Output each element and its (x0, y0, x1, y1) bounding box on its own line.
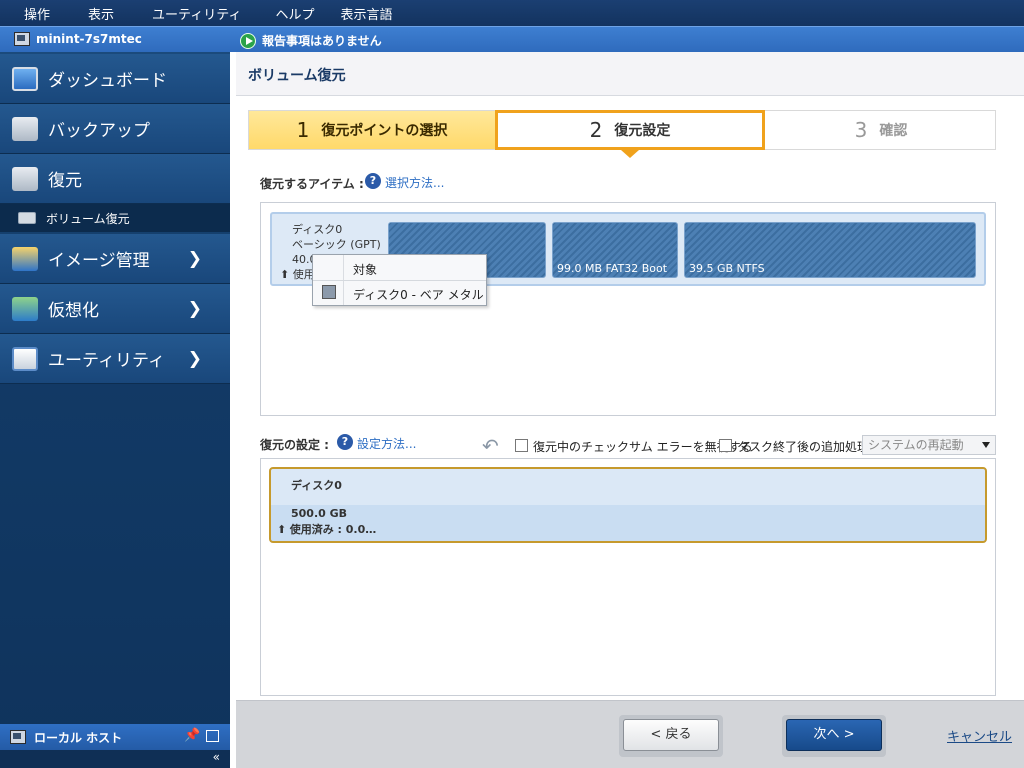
step-1[interactable]: 1 復元ポイントの選択 (249, 111, 495, 149)
wizard-content: 1 復元ポイントの選択 2 復元設定 3 確認 復元するアイテム : ? 選択方… (236, 96, 1024, 700)
disk-icon (322, 285, 336, 299)
restore-items-panel: ディスク0 ベーシック (GPT) 40.0 ⬆︎ 使用 99.0 MB FAT… (260, 202, 996, 416)
context-menu-item-bare-metal[interactable]: ディスク0 - ベア メタル (313, 281, 486, 306)
sidebar-item-label: ダッシュボード (48, 71, 167, 91)
menu-bar: 操作 表示 ユーティリティ ヘルプ 表示言語 (0, 0, 1024, 26)
sidebar-item-dashboard[interactable]: ダッシュボード (0, 54, 230, 104)
sidebar-item-virtualization[interactable]: 仮想化 ❯ (0, 284, 230, 334)
post-task-checkbox[interactable] (719, 439, 732, 452)
post-task-label: タスク終了後の追加処理 (737, 440, 870, 454)
play-icon (240, 32, 256, 49)
help-icon[interactable]: ? (365, 173, 381, 189)
settings-label: 復元の設定 : (260, 438, 329, 452)
step-label: 復元ポイントの選択 (321, 123, 448, 139)
sidebar-item-label: 復元 (48, 171, 82, 191)
menu-language[interactable]: 表示言語 (341, 4, 393, 23)
status-text: 報告事項はありません (262, 34, 382, 48)
host-name: minint-7s7mtec (36, 32, 142, 46)
collapse-sidebar-button[interactable]: « (0, 750, 230, 768)
sidebar-item-restore[interactable]: 復元 (0, 154, 230, 204)
status-bar: minint-7s7mtec 報告事項はありません (0, 26, 1024, 52)
computer-icon (14, 32, 30, 46)
next-button[interactable]: 次へ > (786, 719, 882, 751)
local-host-bar[interactable]: ローカル ホスト 📌 (0, 724, 230, 750)
context-menu-header: 対象 (313, 255, 486, 281)
sidebar-subitem-volume-restore[interactable]: ボリューム復元 (0, 204, 230, 232)
sidebar-item-label: イメージ管理 (48, 251, 150, 271)
status-message[interactable]: 報告事項はありません (240, 32, 382, 49)
utility-icon (12, 346, 38, 371)
step-number: 2 (589, 118, 603, 142)
restore-settings-row: 復元の設定 : ? 設定方法... ↶ 復元中のチェックサム エラーを無視する … (260, 434, 996, 458)
context-menu: 対象 ディスク0 - ベア メタル (312, 254, 487, 306)
sidebar-item-backup[interactable]: バックアップ (0, 104, 230, 154)
page-header: ボリューム復元 (236, 52, 1024, 96)
help-icon[interactable]: ? (337, 434, 353, 450)
back-button-frame: < 戻る (619, 715, 723, 757)
post-task-select-value: システムの再起動 (868, 438, 964, 452)
target-disk-name: ディスク0 (291, 479, 342, 492)
target-disk-size: 500.0 GB (291, 507, 348, 520)
context-menu-item-label: ディスク0 - ベア メタル (353, 288, 484, 302)
post-task-select[interactable]: システムの再起動 (862, 435, 996, 455)
menu-help[interactable]: ヘルプ (275, 4, 314, 23)
items-label: 復元するアイテム : (260, 177, 364, 191)
active-step-pointer (621, 150, 639, 158)
menu-view[interactable]: 表示 (88, 4, 114, 23)
sidebar-item-image-management[interactable]: イメージ管理 ❯ (0, 234, 230, 284)
image-management-icon (12, 246, 38, 271)
sidebar-subitem-label: ボリューム復元 (46, 211, 130, 226)
partition-1[interactable]: 99.0 MB FAT32 Boot (552, 222, 678, 278)
checksum-checkbox[interactable] (515, 439, 528, 452)
wizard-steps: 1 復元ポイントの選択 2 復元設定 3 確認 (248, 110, 997, 158)
local-host-label: ローカル ホスト (34, 730, 123, 745)
drive-icon (18, 212, 36, 224)
restore-target-panel: ディスク0 500.0 GB ⬆︎ 使用済み : 0.0… (260, 458, 996, 696)
undo-icon[interactable]: ↶ (482, 434, 499, 458)
chevron-right-icon: ❯ (187, 249, 202, 269)
sidebar-item-label: 仮想化 (48, 301, 99, 321)
pin-icon[interactable]: 📌 (184, 728, 200, 743)
window-icon[interactable] (206, 730, 219, 742)
partition-2[interactable]: 39.5 GB NTFS (684, 222, 976, 278)
computer-icon (10, 730, 26, 744)
target-disk-used: ⬆︎ 使用済み : 0.0… (277, 523, 377, 536)
cancel-link[interactable]: キャンセル (947, 726, 1012, 745)
step-2[interactable]: 2 復元設定 (495, 110, 765, 150)
items-help-link[interactable]: 選択方法... (385, 174, 444, 191)
step-number: 1 (296, 118, 310, 142)
sidebar: ダッシュボード バックアップ 復元 ボリューム復元 イメージ管理 ❯ 仮想化 ❯… (0, 52, 230, 768)
settings-help-link[interactable]: 設定方法... (357, 435, 416, 452)
main-panel: ボリューム復元 1 復元ポイントの選択 2 復元設定 3 確認 復元するアイテム… (236, 52, 1024, 768)
wizard-footer: < 戻る 次へ > キャンセル (236, 700, 1024, 768)
step-3[interactable]: 3 確認 (765, 111, 997, 149)
dropdown-arrow-icon (982, 442, 990, 448)
virtualization-icon (12, 296, 38, 321)
next-button-frame: 次へ > (782, 715, 886, 757)
target-disk[interactable]: ディスク0 500.0 GB ⬆︎ 使用済み : 0.0… (269, 467, 987, 543)
host-label: minint-7s7mtec (14, 32, 142, 46)
monitor-icon (12, 66, 38, 91)
context-menu-title: 対象 (353, 263, 378, 277)
sidebar-item-label: ユーティリティ (48, 351, 165, 371)
sidebar-item-label: バックアップ (48, 121, 150, 141)
back-button[interactable]: < 戻る (623, 719, 719, 751)
sidebar-item-utilities[interactable]: ユーティリティ ❯ (0, 334, 230, 384)
step-number: 3 (854, 118, 868, 142)
chevron-right-icon: ❯ (187, 349, 202, 369)
restore-icon (12, 166, 38, 191)
disk-type: ベーシック (GPT) (292, 238, 381, 251)
chevron-right-icon: ❯ (187, 299, 202, 319)
page-title: ボリューム復元 (248, 68, 346, 84)
step-label: 確認 (879, 123, 908, 139)
backup-icon (12, 116, 38, 141)
menu-operations[interactable]: 操作 (24, 4, 50, 23)
menu-utilities[interactable]: ユーティリティ (152, 4, 241, 23)
disk-name: ディスク0 (292, 223, 343, 236)
step-label: 復元設定 (614, 123, 671, 139)
